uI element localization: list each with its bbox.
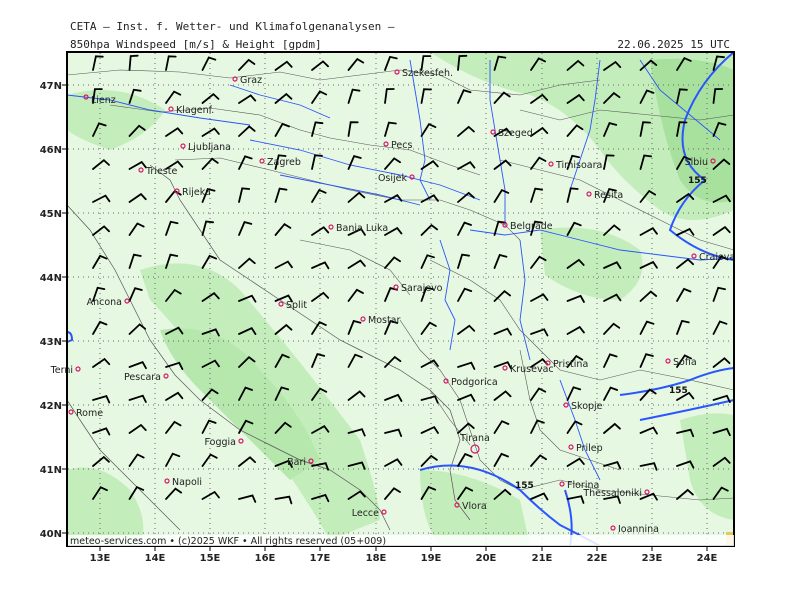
lon-label: 18E [366,553,387,564]
lon-label: 22E [587,553,608,564]
lat-label: 44N [40,273,62,284]
lat-label: 45N [40,209,62,220]
city-label: Craiova [699,252,735,263]
lon-label: 16E [255,553,276,564]
city-label: Prilep [576,443,603,454]
city-label: Graz [240,75,262,86]
lon-label: 17E [310,553,331,564]
city-label: Sarajevo [401,283,443,294]
city-label: Skopje [571,401,603,412]
city-label: Timisoara [555,160,602,171]
city-label: Rome [76,408,103,419]
contour-label: 155 [515,481,534,491]
city-label: Pecs [391,140,412,151]
city-label: Banja Luka [336,223,388,234]
contour-label: 155 [688,176,707,186]
lon-label: 21E [532,553,553,564]
city-label: Mostar [368,315,401,326]
lat-label: 46N [40,145,62,156]
city-label: Napoli [172,477,202,488]
lat-label: 40N [40,529,62,540]
city-label: Pescara [124,372,161,383]
city-label: Florina [567,480,599,491]
city-label: Sibiu [685,157,708,168]
city-label: Resita [594,190,623,201]
city-label: Osijek [378,173,408,184]
weather-map: Lienz Graz Szekesfeh. Klagenf. Szeged Ljublja… [40,51,735,564]
city-label: Lienz [91,95,116,106]
city-label: Split [286,300,307,311]
city-label: Szekesfeh. [402,68,453,79]
lon-label: 13E [90,553,111,564]
city-label: Szeged [498,128,533,139]
lon-label: 24E [697,553,718,564]
copyright-text: meteo-services.com • (c)2025 WKF • All r… [70,536,386,547]
city-label: Ljubljana [188,142,231,153]
city-label: Ancona [87,297,122,308]
lat-label: 41N [40,465,62,476]
city-label: Bari [287,457,306,468]
city-label: Lecce [352,508,379,519]
lon-label: 23E [642,553,663,564]
city-label: Terni [50,365,73,376]
lon-label: 15E [200,553,221,564]
city-label: Ioannina [618,524,659,535]
city-label: Foggia [205,437,236,448]
city-label: Podgorica [451,377,498,388]
lon-label: 20E [476,553,497,564]
city-label: Rijeka [182,187,211,198]
city-label: Belgrade [510,221,553,232]
city-label: Sofia [673,357,697,368]
lon-label: 14E [145,553,166,564]
city-label: Trieste [145,166,177,177]
city-label: Klagenf. [176,105,214,116]
lat-label: 47N [40,81,62,92]
city-label: Zagreb [267,157,301,168]
lat-label: 42N [40,401,62,412]
lat-label: 43N [40,337,62,348]
city-label: Vlora [462,501,487,512]
contour-label: 155 [669,386,688,396]
city-label: Pristina [553,359,588,370]
city-label: Krusevac [510,364,554,375]
city-label: Tirana [459,433,490,444]
lon-label: 19E [421,553,442,564]
